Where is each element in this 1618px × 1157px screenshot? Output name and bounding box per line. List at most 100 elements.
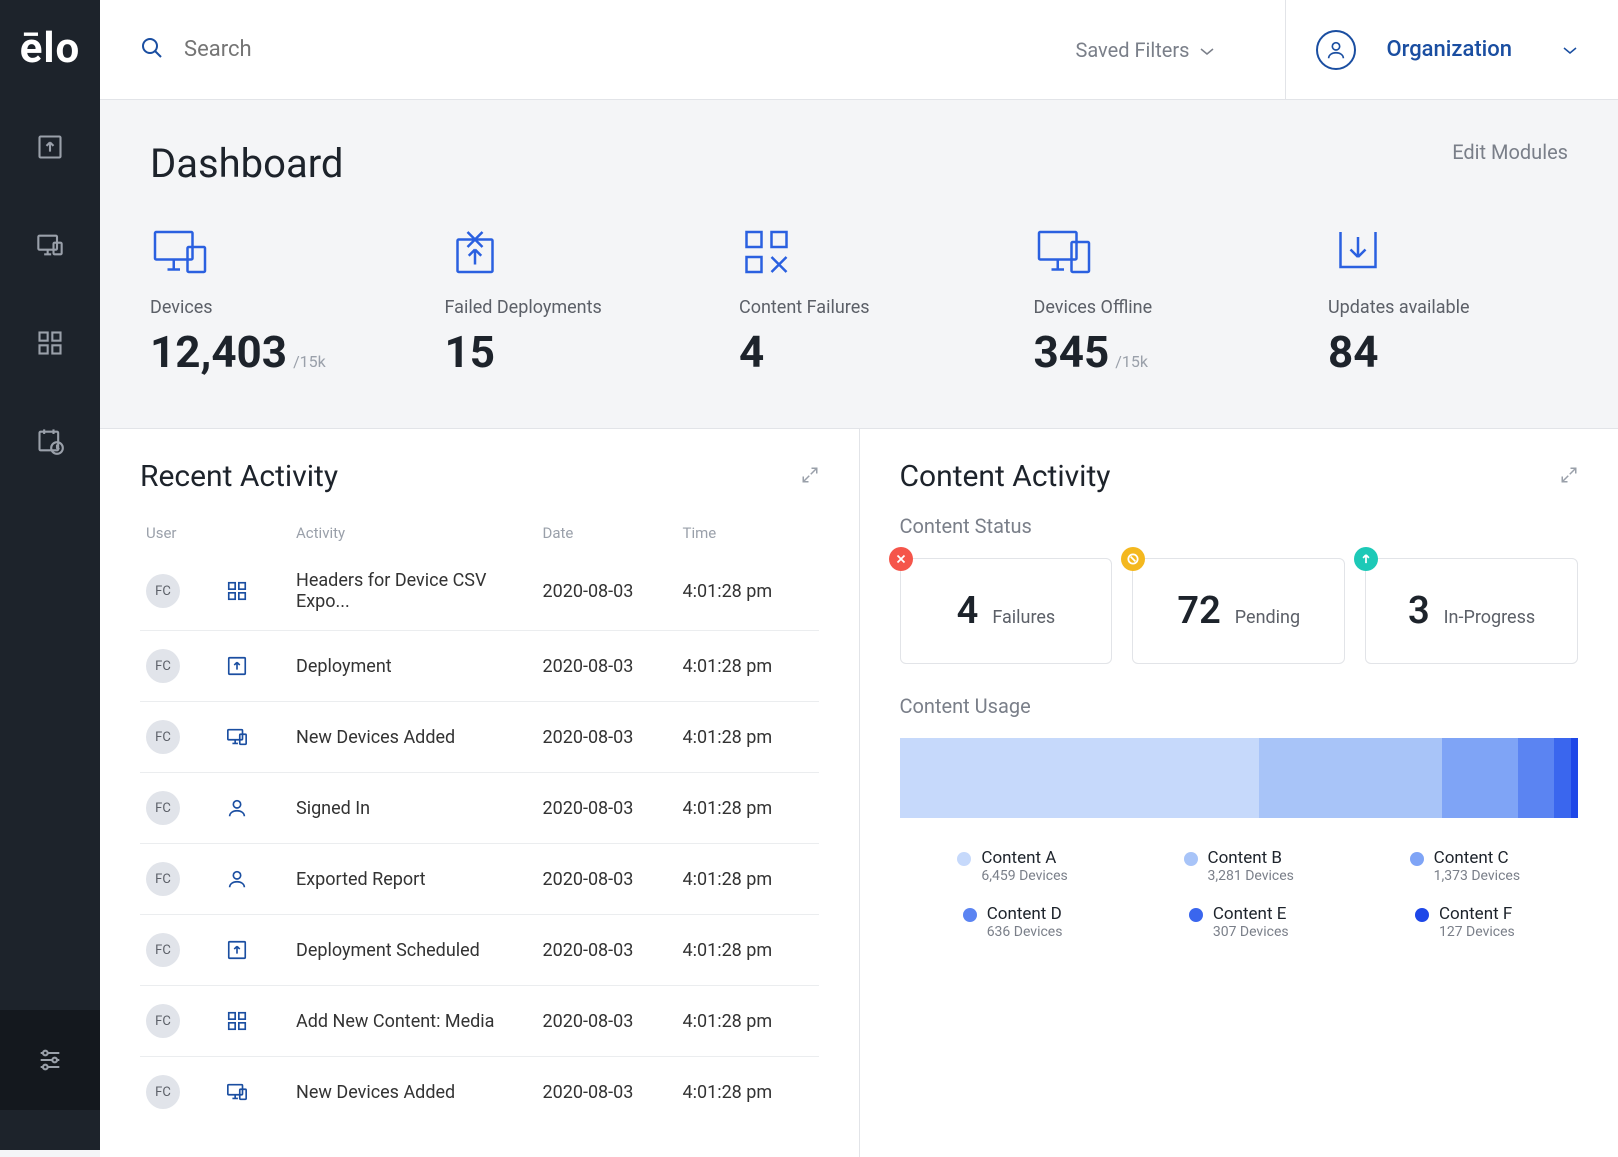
activity-time: 4:01:28 pm xyxy=(683,869,813,890)
stat-icon xyxy=(1034,227,1094,277)
legend-item: Content A 6,459 Devices xyxy=(900,848,1126,884)
status-card[interactable]: 72 Pending xyxy=(1132,558,1345,664)
activity-time: 4:01:28 pm xyxy=(683,656,813,677)
legend-name: Content F xyxy=(1439,904,1515,924)
activity-row[interactable]: FC New Devices Added 2020-08-03 4:01:28 … xyxy=(140,701,819,772)
stat-total: /15k xyxy=(1115,352,1148,371)
activity-row[interactable]: FC Deployment 2020-08-03 4:01:28 pm xyxy=(140,630,819,701)
nav-item-devices[interactable] xyxy=(36,231,64,259)
legend-count: 636 Devices xyxy=(987,924,1063,940)
activity-time: 4:01:28 pm xyxy=(683,581,813,602)
search-input[interactable] xyxy=(184,37,1075,62)
activity-row[interactable]: FC New Devices Added 2020-08-03 4:01:28 … xyxy=(140,1056,819,1127)
upload-icon xyxy=(226,655,248,677)
avatar: FC xyxy=(146,1004,180,1038)
stat-value: 12,403 xyxy=(150,326,287,378)
activity-date: 2020-08-03 xyxy=(543,656,683,677)
avatar: FC xyxy=(146,791,180,825)
stat-card[interactable]: Updates available 84 xyxy=(1328,227,1568,378)
activity-text: Signed In xyxy=(296,798,543,819)
brand-logo: ēlo xyxy=(20,24,81,73)
content-usage-chart xyxy=(900,738,1579,818)
monitor-icon xyxy=(226,726,248,748)
stat-label: Updates available xyxy=(1328,297,1470,318)
legend-name: Content C xyxy=(1434,848,1520,868)
status-label: Pending xyxy=(1235,607,1300,628)
avatar: FC xyxy=(146,649,180,683)
status-card[interactable]: 4 Failures xyxy=(900,558,1113,664)
expand-icon[interactable] xyxy=(801,466,819,488)
activity-text: Deployment xyxy=(296,656,543,677)
activity-time: 4:01:28 pm xyxy=(683,1082,813,1103)
grid-icon xyxy=(226,1010,248,1032)
avatar: FC xyxy=(146,862,180,896)
organization-label: Organization xyxy=(1386,37,1512,62)
sidebar: ēlo xyxy=(0,0,100,1150)
legend-count: 6,459 Devices xyxy=(981,868,1067,884)
status-badge-icon xyxy=(1354,547,1378,571)
content-usage-label: Content Usage xyxy=(900,694,1579,718)
person-icon xyxy=(226,868,248,890)
legend-dot xyxy=(1189,908,1203,922)
column-header-activity: Activity xyxy=(296,524,543,542)
chevron-down-icon xyxy=(1562,37,1578,62)
content-activity-title: Content Activity xyxy=(900,459,1111,494)
legend-item: Content C 1,373 Devices xyxy=(1352,848,1578,884)
stat-card[interactable]: Content Failures 4 xyxy=(739,227,979,378)
stat-value: 84 xyxy=(1328,326,1379,378)
legend-name: Content E xyxy=(1213,904,1289,924)
activity-date: 2020-08-03 xyxy=(543,798,683,819)
legend-item: Content F 127 Devices xyxy=(1352,904,1578,940)
nav-item-content[interactable] xyxy=(36,329,64,357)
legend-name: Content B xyxy=(1208,848,1294,868)
stat-icon xyxy=(150,227,210,277)
activity-row[interactable]: FC Exported Report 2020-08-03 4:01:28 pm xyxy=(140,843,819,914)
nav-item-schedule[interactable] xyxy=(36,427,64,455)
content-activity-panel: Content Activity Content Status 4 Failur… xyxy=(860,429,1618,1157)
stat-value: 345 xyxy=(1034,326,1110,378)
legend-dot xyxy=(1410,852,1424,866)
activity-row[interactable]: FC Signed In 2020-08-03 4:01:28 pm xyxy=(140,772,819,843)
edit-modules-link[interactable]: Edit Modules xyxy=(1452,140,1568,164)
saved-filters-dropdown[interactable]: Saved Filters xyxy=(1075,38,1215,62)
legend-dot xyxy=(957,852,971,866)
upload-icon xyxy=(226,939,248,961)
activity-row[interactable]: FC Add New Content: Media 2020-08-03 4:0… xyxy=(140,985,819,1056)
stat-card[interactable]: Failed Deployments 15 xyxy=(445,227,685,378)
expand-icon[interactable] xyxy=(1560,466,1578,488)
activity-text: Deployment Scheduled xyxy=(296,940,543,961)
stat-card[interactable]: Devices Offline 345/15k xyxy=(1034,227,1274,378)
recent-activity-title: Recent Activity xyxy=(140,459,338,494)
legend-count: 1,373 Devices xyxy=(1434,868,1520,884)
activity-date: 2020-08-03 xyxy=(543,581,683,602)
status-value: 3 xyxy=(1408,589,1430,633)
user-avatar-icon[interactable] xyxy=(1316,30,1356,70)
nav-item-upload[interactable] xyxy=(36,133,64,161)
activity-time: 4:01:28 pm xyxy=(683,940,813,961)
legend-dot xyxy=(1184,852,1198,866)
stat-card[interactable]: Devices 12,403/15k xyxy=(150,227,390,378)
status-label: In-Progress xyxy=(1444,607,1536,628)
activity-row[interactable]: FC Deployment Scheduled 2020-08-03 4:01:… xyxy=(140,914,819,985)
activity-date: 2020-08-03 xyxy=(543,1011,683,1032)
stat-label: Devices xyxy=(150,297,213,318)
nav-item-filters[interactable] xyxy=(36,1046,64,1074)
activity-text: New Devices Added xyxy=(296,1082,543,1103)
activity-row[interactable]: FC Headers for Device CSV Expo... 2020-0… xyxy=(140,552,819,630)
column-header-user: User xyxy=(146,524,226,542)
search-icon xyxy=(140,36,164,64)
stat-value: 4 xyxy=(739,326,764,378)
activity-date: 2020-08-03 xyxy=(543,727,683,748)
legend-dot xyxy=(963,908,977,922)
stat-icon xyxy=(1328,227,1388,277)
chart-segment xyxy=(1571,738,1578,818)
divider xyxy=(1285,0,1286,100)
legend-name: Content D xyxy=(987,904,1063,924)
activity-time: 4:01:28 pm xyxy=(683,798,813,819)
legend-count: 3,281 Devices xyxy=(1208,868,1294,884)
status-card[interactable]: 3 In-Progress xyxy=(1365,558,1578,664)
organization-dropdown[interactable]: Organization xyxy=(1386,37,1578,62)
activity-text: Exported Report xyxy=(296,869,543,890)
chart-segment xyxy=(1259,738,1442,818)
legend-name: Content A xyxy=(981,848,1067,868)
